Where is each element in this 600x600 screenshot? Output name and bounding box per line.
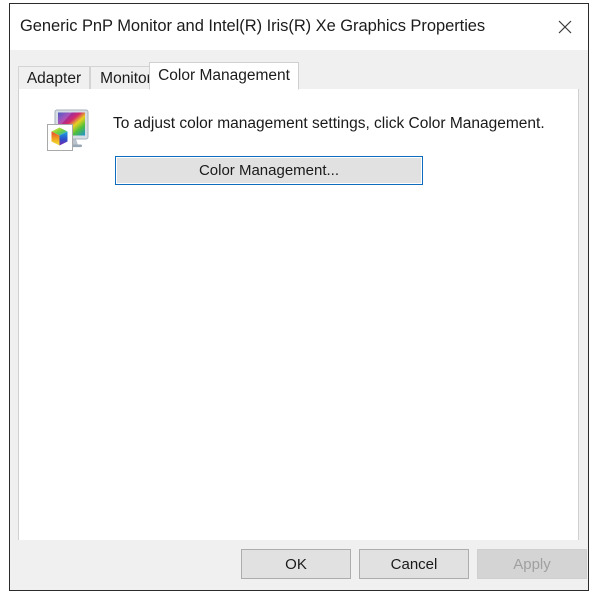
ok-button-label: OK: [285, 555, 307, 573]
apply-button: Apply: [477, 549, 587, 579]
color-management-button-label: Color Management...: [198, 162, 340, 179]
tab-color-management[interactable]: Color Management: [149, 62, 299, 90]
tab-color-management-label: Color Management: [158, 67, 290, 84]
properties-dialog-window: Generic PnP Monitor and Intel(R) Iris(R)…: [9, 3, 589, 591]
color-management-monitor-icon: [46, 106, 94, 152]
tab-content-panel: To adjust color management settings, cli…: [18, 89, 579, 541]
ok-button[interactable]: OK: [241, 549, 351, 579]
close-button[interactable]: [542, 4, 588, 49]
dialog-footer: OK Cancel Apply: [10, 540, 588, 590]
title-bar: Generic PnP Monitor and Intel(R) Iris(R)…: [10, 4, 588, 50]
window-title: Generic PnP Monitor and Intel(R) Iris(R)…: [20, 17, 486, 35]
close-icon: [558, 20, 572, 34]
tab-adapter-label: Adapter: [26, 69, 82, 87]
tab-monitor-label: Monitor: [100, 69, 152, 87]
cancel-button-label: Cancel: [390, 555, 438, 573]
tab-strip: Adapter Monitor Color Management: [10, 50, 588, 90]
cancel-button[interactable]: Cancel: [359, 549, 469, 579]
color-management-button[interactable]: Color Management...: [115, 156, 423, 185]
apply-button-label: Apply: [513, 555, 551, 573]
screenshot-root: Generic PnP Monitor and Intel(R) Iris(R)…: [0, 0, 600, 600]
tab-adapter[interactable]: Adapter: [18, 66, 90, 90]
color-management-description: To adjust color management settings, cli…: [113, 115, 545, 132]
